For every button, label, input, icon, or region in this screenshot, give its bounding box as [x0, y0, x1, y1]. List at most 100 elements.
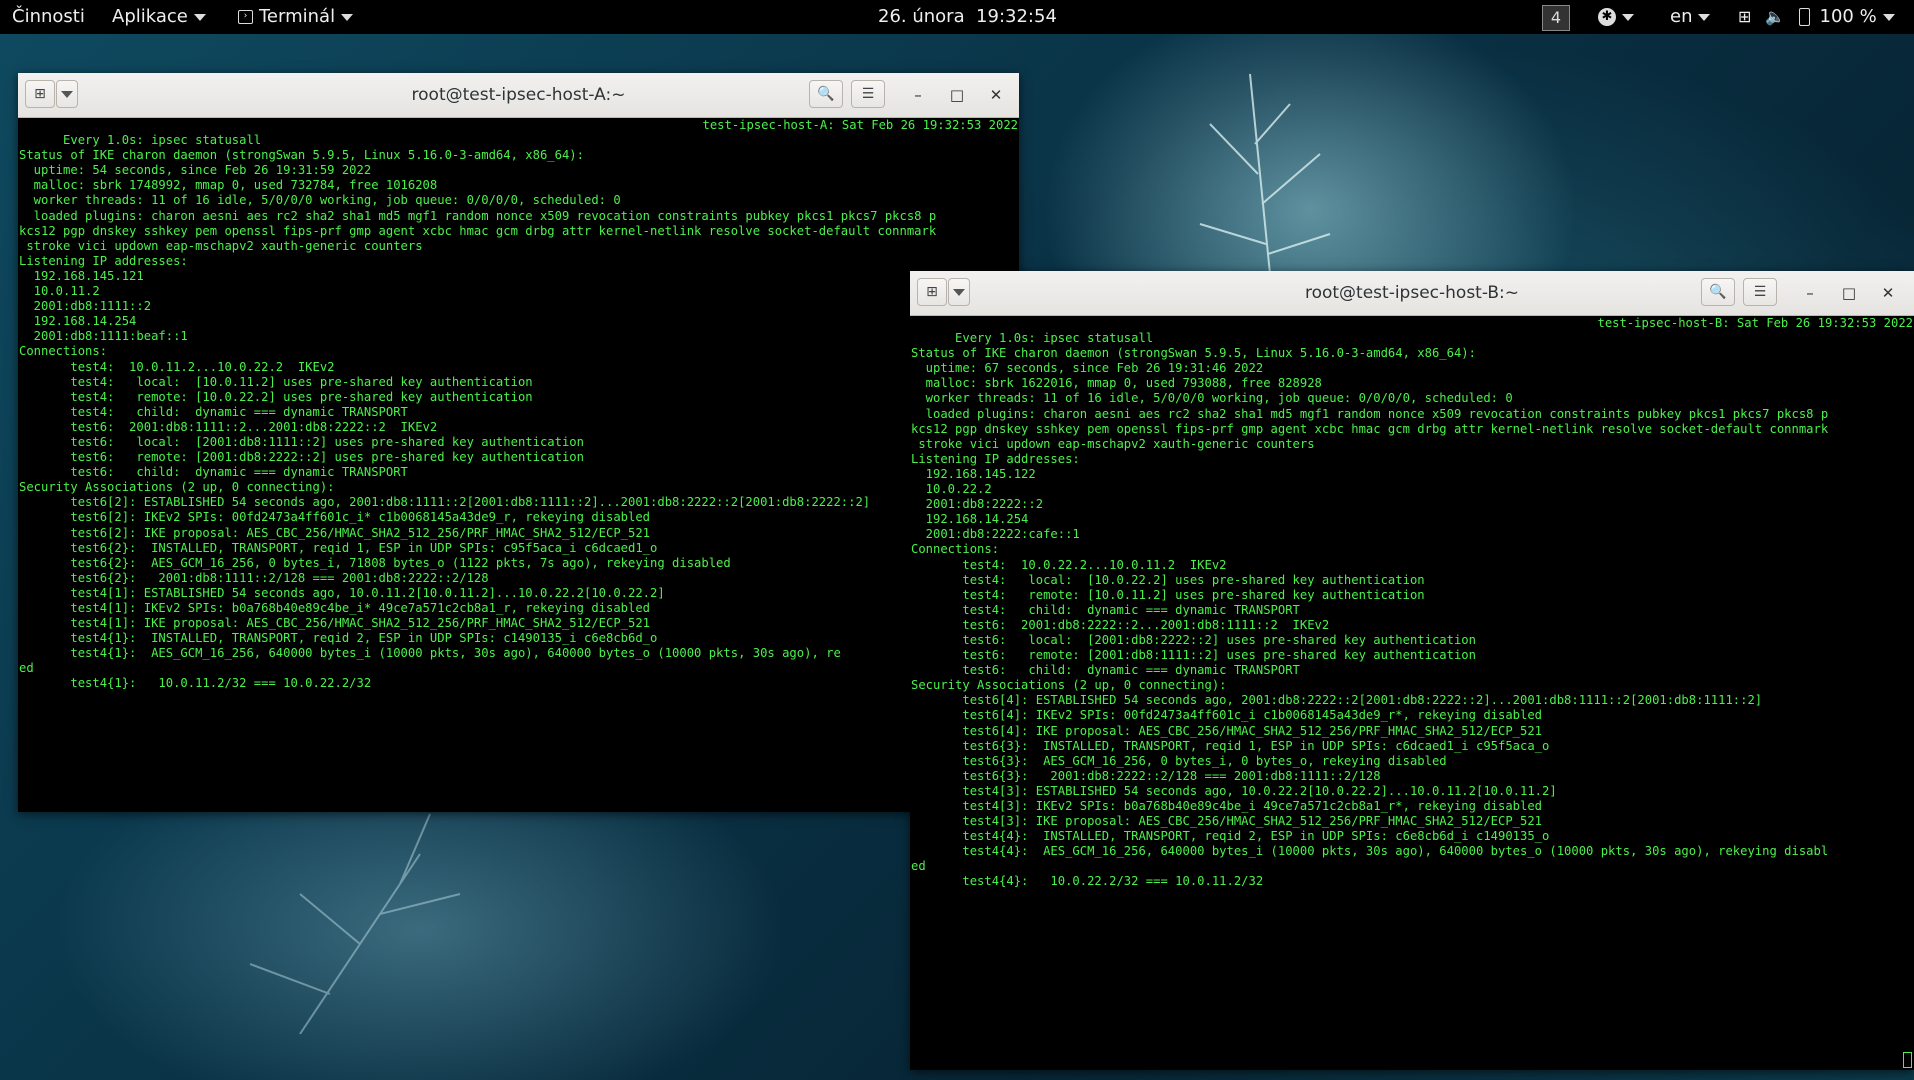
app-menu-label: Terminál [259, 6, 336, 27]
minimize-button[interactable]: – [1796, 279, 1824, 307]
window-a-titlebar[interactable]: ⊞ root@test-ipsec-host-A:~ 🔍 ☰ – □ ✕ [18, 73, 1019, 118]
terminal-line: 192.168.145.121 [19, 268, 144, 283]
accessibility-icon: ✱ [1598, 8, 1616, 26]
watch-header: Every 1.0s: ipsec statusall test-ipsec-h… [19, 118, 1018, 147]
terminal-line: Connections: [19, 344, 108, 359]
applications-menu[interactable]: Aplikace [112, 0, 206, 34]
search-button[interactable]: 🔍 [809, 80, 843, 108]
hamburger-icon: ☰ [1753, 284, 1767, 300]
applications-label: Aplikace [112, 6, 188, 27]
terminal-line: uptime: 67 seconds, since Feb 26 19:31:4… [911, 361, 1264, 376]
terminal-line: test6[2]: IKE proposal: AES_CBC_256/HMAC… [19, 525, 651, 540]
terminal-line: test6{2}: AES_GCM_16_256, 0 bytes_i, 718… [19, 555, 731, 570]
terminal-line: test4{4}: 10.0.22.2/32 === 10.0.11.2/32 [911, 874, 1264, 889]
terminal-line: test6: local: [2001:db8:2222::2] uses pr… [911, 632, 1476, 647]
workspace-indicator[interactable]: 4 [1542, 5, 1570, 31]
terminal-line: test4{1}: AES_GCM_16_256, 640000 bytes_i… [19, 646, 841, 661]
chevron-down-icon [1622, 13, 1634, 21]
new-tab-button[interactable]: ⊞ [25, 80, 55, 108]
app-menu-terminal[interactable]: › Terminál [238, 0, 354, 34]
terminal-line: Status of IKE charon daemon (strongSwan … [911, 346, 1476, 361]
terminal-line: test6[4]: ESTABLISHED 54 seconds ago, 20… [911, 693, 1763, 708]
volume-icon: 🔈 [1765, 7, 1786, 26]
terminal-line: worker threads: 11 of 16 idle, 5/0/0/0 w… [19, 193, 621, 208]
terminal-line: test6{3}: 2001:db8:2222::2/128 === 2001:… [911, 768, 1381, 783]
terminal-line: test6{2}: INSTALLED, TRANSPORT, reqid 1,… [19, 540, 658, 555]
chevron-down-icon [193, 13, 206, 21]
terminal-line: test6{3}: AES_GCM_16_256, 0 bytes_i, 0 b… [911, 753, 1447, 768]
terminal-line: 10.0.22.2 [911, 482, 992, 497]
terminal-line: Status of IKE charon daemon (strongSwan … [19, 148, 584, 163]
network-icon: ⊞ [1738, 7, 1752, 26]
maximize-button[interactable]: □ [943, 81, 971, 109]
terminal-line: loaded plugins: charon aesni aes rc2 sha… [19, 208, 937, 223]
terminal-line: test4[3]: IKEv2 SPIs: b0a768b40e89c4be_i… [911, 799, 1543, 813]
terminal-line: test6: child: dynamic === dynamic TRANSP… [19, 465, 408, 480]
chevron-down-icon [61, 90, 73, 98]
terminal-window-b[interactable]: ⊞ root@test-ipsec-host-B:~ 🔍 ☰ – □ ✕ Eve… [910, 271, 1914, 1070]
minimize-button[interactable]: – [904, 81, 932, 109]
terminal-line: test6: child: dynamic === dynamic TRANSP… [911, 663, 1300, 678]
terminal-output-a[interactable]: Every 1.0s: ipsec statusall test-ipsec-h… [18, 118, 1019, 812]
search-icon: 🔍 [1709, 284, 1727, 300]
battery-percentage: 100 % [1819, 6, 1877, 27]
search-icon: 🔍 [817, 86, 835, 102]
terminal-line: test6: remote: [2001:db8:1111::2] uses p… [911, 648, 1476, 663]
close-icon: ✕ [989, 86, 1003, 104]
terminal-line: uptime: 54 seconds, since Feb 26 19:31:5… [19, 163, 372, 178]
terminal-output-b[interactable]: Every 1.0s: ipsec statusall test-ipsec-h… [910, 316, 1914, 1070]
terminal-app-icon: › [238, 10, 253, 24]
terminal-line: test6{3}: INSTALLED, TRANSPORT, reqid 1,… [911, 738, 1550, 753]
new-tab-icon: ⊞ [34, 86, 46, 102]
terminal-lines: Status of IKE charon daemon (strongSwan … [19, 133, 1018, 691]
tab-menu-button[interactable] [948, 278, 970, 306]
terminal-line: 2001:db8:1111:beaf::1 [19, 329, 188, 344]
terminal-line: test4{4}: INSTALLED, TRANSPORT, reqid 2,… [911, 829, 1550, 844]
maximize-icon: □ [1841, 284, 1857, 302]
terminal-window-a[interactable]: ⊞ root@test-ipsec-host-A:~ 🔍 ☰ – □ ✕ Eve… [18, 73, 1019, 812]
terminal-lines: Status of IKE charon daemon (strongSwan … [911, 331, 1913, 889]
menu-button[interactable]: ☰ [851, 80, 885, 108]
language-label: en [1670, 6, 1693, 27]
watch-host-time: test-ipsec-host-A: Sat Feb 26 19:32:53 2… [702, 118, 1018, 132]
terminal-line: test6[4]: IKEv2 SPIs: 00fd2473a4ff601c_i… [911, 708, 1543, 723]
terminal-line: test4[1]: ESTABLISHED 54 seconds ago, 10… [19, 585, 665, 600]
terminal-line: test4[3]: ESTABLISHED 54 seconds ago, 10… [911, 783, 1557, 798]
accessibility-menu[interactable]: ✱ [1598, 0, 1634, 34]
terminal-line: test6: remote: [2001:db8:2222::2] uses p… [19, 450, 584, 465]
terminal-line: 192.168.145.122 [911, 466, 1036, 481]
maximize-icon: □ [949, 86, 965, 104]
chevron-down-icon [1882, 13, 1895, 21]
language-menu[interactable]: en [1670, 0, 1711, 34]
system-menu[interactable]: ⊞ 🔈 100 % [1738, 0, 1895, 34]
close-button[interactable]: ✕ [982, 81, 1010, 109]
new-tab-icon: ⊞ [926, 284, 938, 300]
terminal-line: test6[2]: ESTABLISHED 54 seconds ago, 20… [19, 495, 871, 510]
terminal-line: test4: remote: [10.0.11.2] uses pre-shar… [911, 587, 1425, 602]
new-tab-button[interactable]: ⊞ [917, 278, 947, 306]
terminal-line: loaded plugins: charon aesni aes rc2 sha… [911, 406, 1829, 421]
terminal-line: test6: local: [2001:db8:1111::2] uses pr… [19, 434, 584, 449]
terminal-line: test4[1]: IKE proposal: AES_CBC_256/HMAC… [19, 616, 651, 631]
activities-button[interactable]: Činnosti [12, 0, 85, 34]
close-icon: ✕ [1881, 284, 1895, 302]
window-b-titlebar[interactable]: ⊞ root@test-ipsec-host-B:~ 🔍 ☰ – □ ✕ [910, 271, 1914, 316]
terminal-line: test4: 10.0.11.2...10.0.22.2 IKEv2 [19, 359, 335, 374]
terminal-line: test6[2]: IKEv2 SPIs: 00fd2473a4ff601c_i… [19, 510, 651, 525]
terminal-line: test4{1}: INSTALLED, TRANSPORT, reqid 2,… [19, 631, 658, 646]
terminal-line: test6[4]: IKE proposal: AES_CBC_256/HMAC… [911, 723, 1543, 738]
terminal-line: Listening IP addresses: [911, 451, 1080, 466]
terminal-line: ed [911, 859, 926, 874]
tab-menu-button[interactable] [56, 80, 78, 108]
terminal-line: test4: child: dynamic === dynamic TRANSP… [19, 404, 408, 419]
terminal-line: test4: remote: [10.0.22.2] uses pre-shar… [19, 389, 533, 404]
menu-button[interactable]: ☰ [1743, 278, 1777, 306]
search-button[interactable]: 🔍 [1701, 278, 1735, 306]
terminal-line: kcs12 pgp dnskey sshkey pem openssl fips… [911, 421, 1829, 436]
terminal-line: stroke vici updown eap-mschapv2 xauth-ge… [911, 436, 1315, 451]
chevron-down-icon [341, 13, 354, 21]
close-button[interactable]: ✕ [1874, 279, 1902, 307]
maximize-button[interactable]: □ [1835, 279, 1863, 307]
terminal-line: 2001:db8:2222::2 [911, 497, 1044, 512]
clock[interactable]: 26. února 19:32:54 [878, 0, 1057, 34]
